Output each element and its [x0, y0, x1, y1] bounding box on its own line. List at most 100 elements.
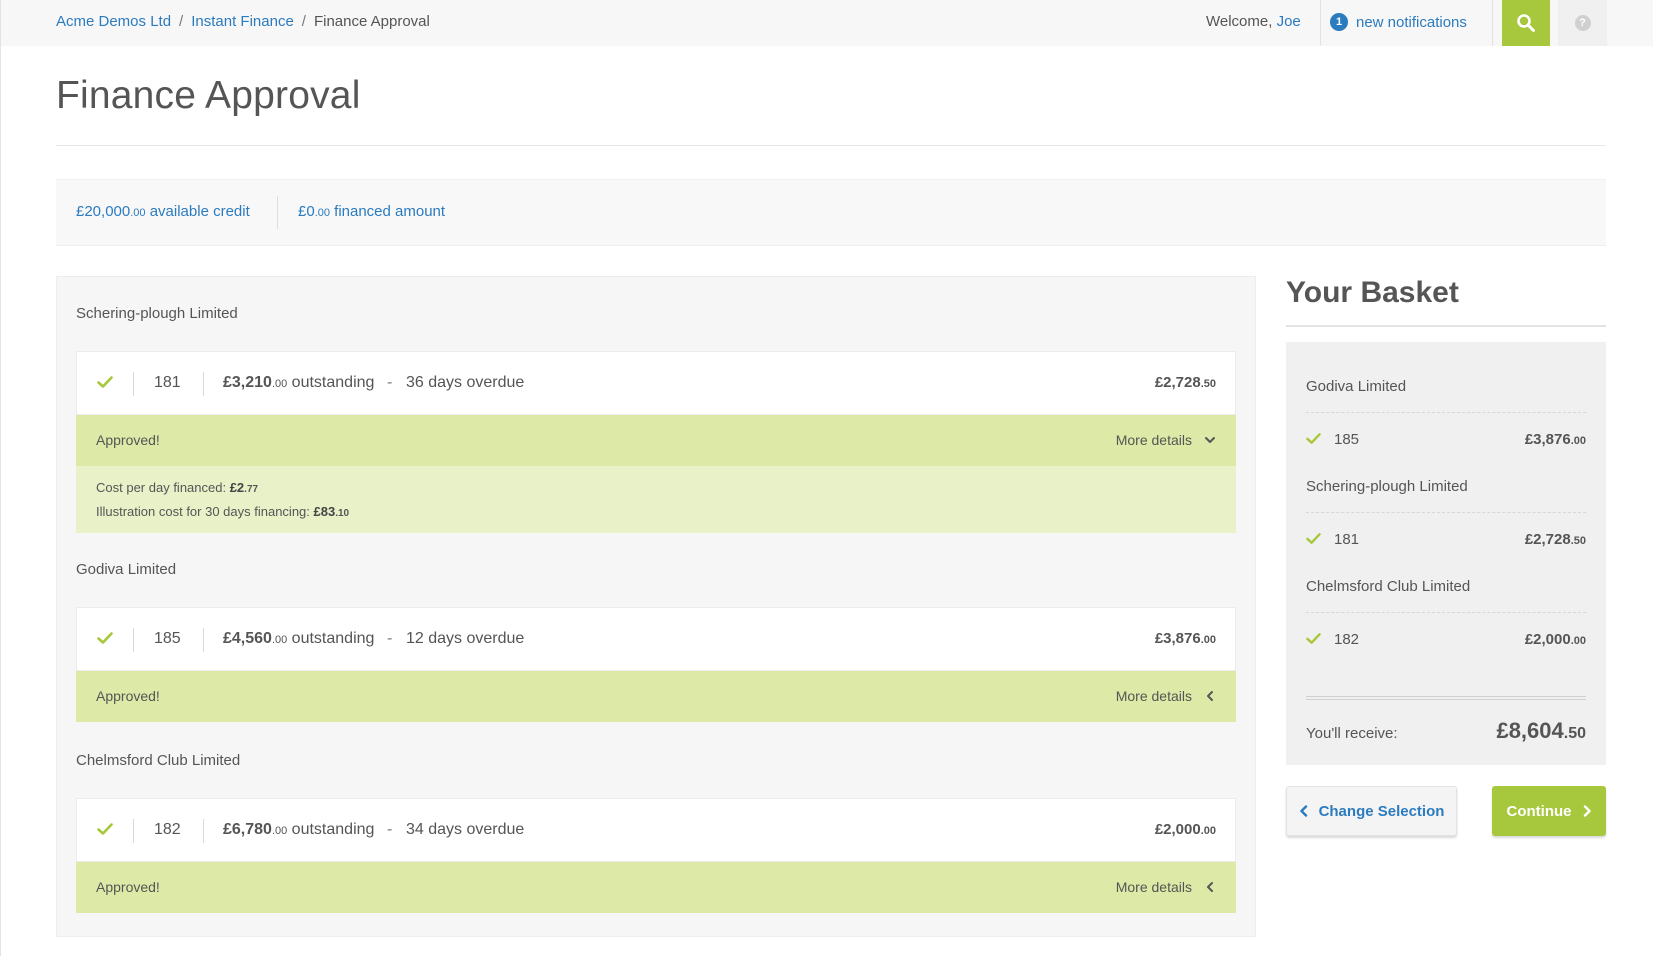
chevron-left-icon [1207, 882, 1213, 892]
available-credit-minor: .00 [130, 207, 146, 219]
breadcrumb-separator: / [179, 13, 184, 30]
approval-status-bar: Approved! More details [76, 415, 1236, 466]
row-divider [203, 372, 204, 396]
basket-total-minor: .50 [1563, 725, 1586, 742]
invoice-number: 181 [154, 374, 181, 391]
basket-invoice-number: 182 [1334, 631, 1360, 648]
amount-minor: .00 [1200, 634, 1216, 646]
left-edge-rule [0, 0, 1, 956]
help-button[interactable]: ? [1558, 0, 1607, 46]
check-icon [1306, 433, 1321, 444]
invoice-outstanding: £3,210.00 outstanding [223, 374, 374, 392]
invoice-company-name: Chelmsford Club Limited [76, 752, 241, 769]
title-divider [56, 145, 1606, 146]
more-details-toggle[interactable]: More details [1116, 432, 1216, 448]
approved-label: Approved! [96, 879, 160, 895]
available-credit-label: available credit [145, 203, 250, 220]
row-divider [133, 372, 134, 396]
illustration-major: £83 [313, 504, 336, 519]
basket-amount-major: £2,000 [1524, 631, 1571, 648]
amount-major: £3,876 [1154, 630, 1201, 647]
chevron-left-icon [1299, 805, 1307, 817]
invoice-finance-amount: £3,876.00 [1155, 630, 1216, 647]
basket-dotted-divider [1306, 612, 1586, 613]
breadcrumb-acme-demos[interactable]: Acme Demos Ltd [56, 13, 171, 30]
invoice-finance-amount: £2,728.50 [1155, 374, 1216, 391]
invoice-overdue: 12 days overdue [406, 630, 525, 647]
invoice-overdue: 34 days overdue [406, 821, 525, 838]
illustration-minor: .10 [335, 508, 350, 519]
credit-divider [277, 196, 278, 229]
outstanding-major: £3,210 [223, 374, 272, 391]
outstanding-minor: .00 [271, 825, 288, 837]
chevron-right-icon [1583, 805, 1591, 817]
breadcrumb-instant-finance[interactable]: Instant Finance [191, 13, 294, 30]
user-name-link[interactable]: Joe [1277, 13, 1301, 30]
approval-status-bar: Approved! More details [76, 671, 1236, 722]
invoice-outstanding: £4,560.00 outstanding [223, 630, 374, 648]
basket-company-name: Schering-plough Limited [1306, 478, 1468, 495]
amount-minor: .50 [1200, 378, 1216, 390]
approval-status-bar: Approved! More details [76, 862, 1236, 913]
invoice-outstanding: £6,780.00 outstanding [223, 821, 374, 839]
breadcrumb-current: Finance Approval [313, 13, 430, 30]
basket-total-major: £8,604 [1496, 718, 1564, 743]
cost-per-day-line: Cost per day financed: £2.77 [96, 480, 258, 495]
basket-total: £8,604.50 [1496, 718, 1586, 744]
basket-amount-major: £2,728 [1524, 531, 1571, 548]
invoice-row[interactable]: 181 £3,210.00 outstanding - 36 days over… [76, 351, 1236, 415]
more-details-label: More details [1115, 879, 1192, 895]
basket-invoice-number: 185 [1334, 431, 1360, 448]
approved-label: Approved! [96, 432, 160, 448]
cost-per-day-major: £2 [229, 480, 245, 495]
notifications-link[interactable]: 1 new notifications [1330, 13, 1467, 31]
basket-invoice-amount: £2,000.00 [1525, 631, 1586, 648]
continue-label: Continue [1506, 802, 1572, 820]
basket-company-name: Godiva Limited [1306, 378, 1407, 395]
continue-button[interactable]: Continue [1492, 786, 1606, 836]
notification-count-badge: 1 [1330, 13, 1348, 31]
more-details-toggle[interactable]: More details [1116, 879, 1216, 895]
more-details-label: More details [1115, 432, 1192, 448]
outstanding-label: outstanding [287, 821, 375, 838]
financed-amount-minor: .00 [314, 207, 330, 219]
basket-invoice-amount: £3,876.00 [1525, 431, 1586, 448]
topbar-divider [1492, 0, 1493, 46]
basket-amount-minor: .00 [1570, 435, 1586, 447]
invoice-company-name: Godiva Limited [76, 561, 177, 578]
invoice-number: 185 [154, 630, 181, 647]
search-icon [1517, 14, 1535, 32]
more-details-toggle[interactable]: More details [1116, 688, 1216, 704]
invoice-row[interactable]: 185 £4,560.00 outstanding - 12 days over… [76, 607, 1236, 671]
row-divider [203, 628, 204, 652]
available-credit-link[interactable]: £20,000.00 available credit [76, 203, 250, 220]
breadcrumb: Acme Demos Ltd / Instant Finance / Finan… [56, 13, 430, 30]
invoice-row[interactable]: 182 £6,780.00 outstanding - 34 days over… [76, 798, 1236, 862]
financed-amount-link[interactable]: £0.00 financed amount [298, 203, 445, 220]
amount-major: £2,000 [1154, 821, 1201, 838]
basket-title: Your Basket [1286, 276, 1459, 309]
row-divider [133, 819, 134, 843]
outstanding-major: £6,780 [223, 821, 272, 838]
basket-amount-minor: .00 [1570, 635, 1586, 647]
basket-total-divider [1306, 696, 1586, 700]
notification-label: new notifications [1356, 13, 1467, 31]
more-details-label: More details [1115, 688, 1192, 704]
credit-summary-bar: £20,000.00 available credit £0.00 financ… [56, 179, 1606, 246]
outstanding-label: outstanding [287, 630, 375, 647]
cost-per-day-minor: .77 [244, 484, 259, 495]
financed-amount-label: financed amount [329, 203, 446, 220]
invoice-finance-amount: £2,000.00 [1155, 821, 1216, 838]
outstanding-label: outstanding [287, 374, 375, 391]
row-divider [203, 819, 204, 843]
outstanding-minor: .00 [271, 634, 288, 646]
chevron-left-icon [1207, 691, 1213, 701]
invoice-company-name: Schering-plough Limited [76, 305, 238, 322]
change-selection-button[interactable]: Change Selection [1286, 786, 1457, 836]
amount-major: £2,728 [1154, 374, 1201, 391]
breadcrumb-separator: / [301, 13, 306, 30]
invoice-dash: - [387, 630, 393, 647]
search-button[interactable] [1502, 0, 1550, 46]
illustration-cost-line: Illustration cost for 30 days financing:… [96, 504, 349, 519]
invoice-dash: - [387, 821, 393, 838]
